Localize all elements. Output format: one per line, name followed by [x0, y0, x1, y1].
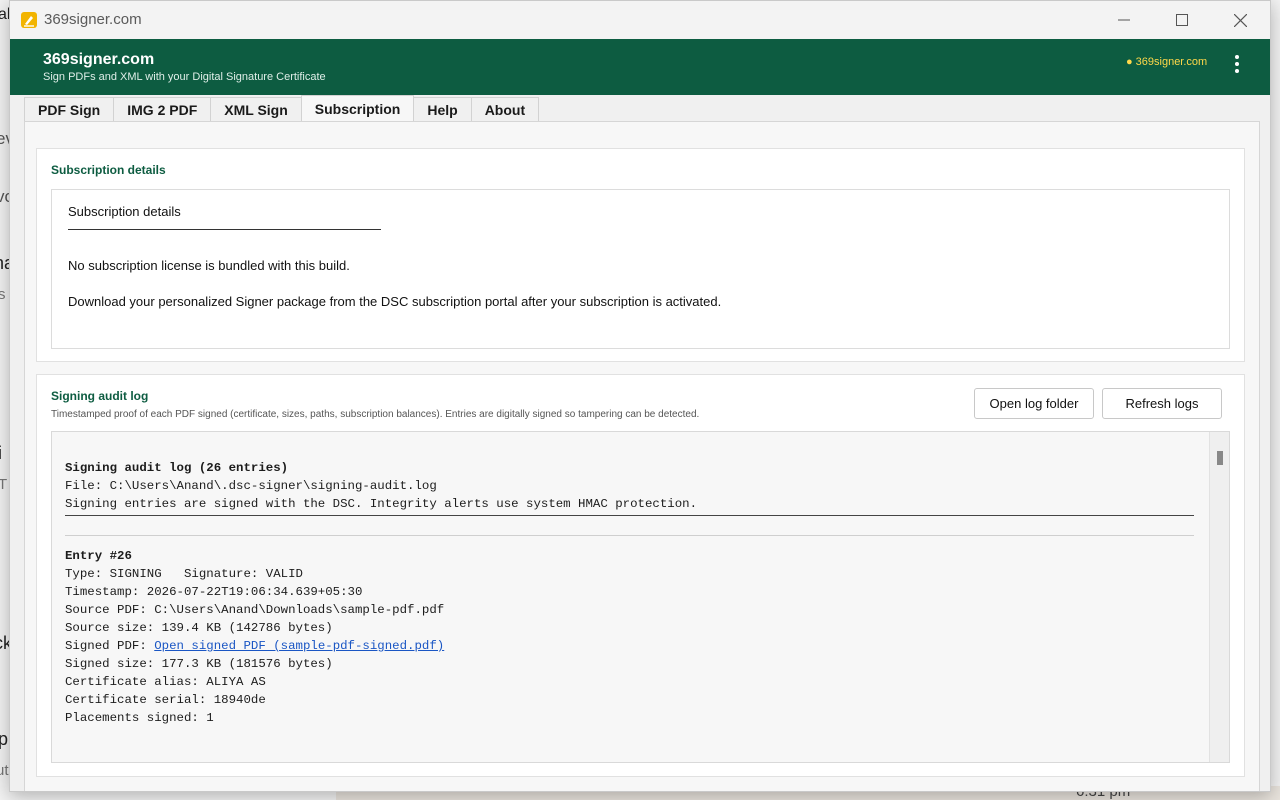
subscription-message: No subscription license is bundled with …: [68, 258, 350, 273]
audit-description: Timestamped proof of each PDF signed (ce…: [51, 409, 700, 420]
website-link[interactable]: ● 369signer.com: [1126, 56, 1207, 68]
log-entry-header: Entry #26: [65, 549, 132, 563]
tab-img-2-pdf[interactable]: IMG 2 PDF: [113, 97, 212, 121]
log-entry-source-pdf: Source PDF: C:\Users\Anand\Downloads\sam…: [65, 603, 445, 617]
open-signed-pdf-link[interactable]: Open signed PDF (sample-pdf-signed.pdf): [154, 639, 444, 653]
log-entry-signed-size: Signed size: 177.3 KB (181576 bytes): [65, 657, 333, 671]
close-icon: [1233, 13, 1247, 27]
log-entry-cert-serial: Certificate serial: 18940de: [65, 693, 266, 707]
app-header: 369signer.com Sign PDFs and XML with you…: [10, 39, 1270, 95]
more-dot: [1235, 55, 1239, 59]
more-menu-button[interactable]: [1229, 53, 1245, 75]
log-entry-timestamp: Timestamp: 2026-07-22T19:06:34.639+05:30: [65, 585, 363, 599]
background-text: s: [0, 286, 6, 303]
minimize-icon: [1118, 19, 1130, 21]
open-log-folder-button[interactable]: Open log folder: [974, 388, 1094, 419]
background-text: p: [0, 729, 9, 749]
background-text: ut: [0, 762, 9, 779]
tab-xml-sign[interactable]: XML Sign: [210, 97, 302, 121]
more-dot: [1235, 62, 1239, 66]
tab-bar: PDF Sign IMG 2 PDF XML Sign Subscription…: [24, 95, 540, 121]
tab-about[interactable]: About: [470, 97, 540, 121]
pen-icon: [21, 12, 37, 28]
tab-help[interactable]: Help: [413, 97, 472, 121]
window-title: 369signer.com: [44, 11, 142, 28]
close-button[interactable]: [1211, 1, 1269, 39]
website-link-label: 369signer.com: [1135, 56, 1208, 68]
log-entry-cert-alias: Certificate alias: ALIYA AS: [65, 675, 266, 689]
tab-subscription[interactable]: Subscription: [300, 95, 415, 121]
log-entry-placements: Placements signed: 1: [65, 711, 214, 725]
maximize-button[interactable]: [1153, 1, 1211, 39]
subscription-inner-title: Subscription details: [68, 204, 181, 219]
header-subtitle: Sign PDFs and XML with your Digital Sign…: [43, 71, 326, 83]
background-text: T: [0, 476, 8, 493]
log-entry-signed-pdf: Signed PDF: Open signed PDF (sample-pdf-…: [65, 637, 444, 655]
subscription-instructions: Download your personalized Signer packag…: [68, 294, 722, 309]
signed-pdf-label: Signed PDF:: [65, 639, 155, 653]
audit-heading: Signing audit log: [51, 389, 149, 403]
background-text: i: [0, 443, 2, 464]
divider: [68, 229, 381, 230]
more-dot: [1235, 69, 1239, 73]
title-bar[interactable]: 369signer.com: [10, 1, 1270, 39]
coin-icon: ●: [1126, 56, 1133, 68]
log-scrollbar-thumb[interactable]: [1217, 451, 1223, 465]
minimize-button[interactable]: [1095, 1, 1153, 39]
subscription-heading: Subscription details: [51, 163, 166, 177]
log-note: Signing entries are signed with the DSC.…: [65, 497, 698, 511]
app-window: 369signer.com 369signer.com Sign PDFs an…: [9, 0, 1271, 792]
refresh-logs-button[interactable]: Refresh logs: [1102, 388, 1222, 419]
log-entry-source-size: Source size: 139.4 KB (142786 bytes): [65, 621, 333, 635]
log-file-path: File: C:\Users\Anand\.dsc-signer\signing…: [65, 479, 437, 493]
log-scrollbar[interactable]: [1209, 432, 1229, 762]
tab-pdf-sign[interactable]: PDF Sign: [24, 97, 115, 121]
divider: [65, 535, 1194, 536]
maximize-icon: [1176, 14, 1188, 26]
divider: [65, 515, 1194, 516]
header-title: 369signer.com: [43, 51, 155, 68]
log-title: Signing audit log (26 entries): [65, 461, 289, 475]
log-entry-type: Type: SIGNING Signature: VALID: [65, 567, 303, 581]
